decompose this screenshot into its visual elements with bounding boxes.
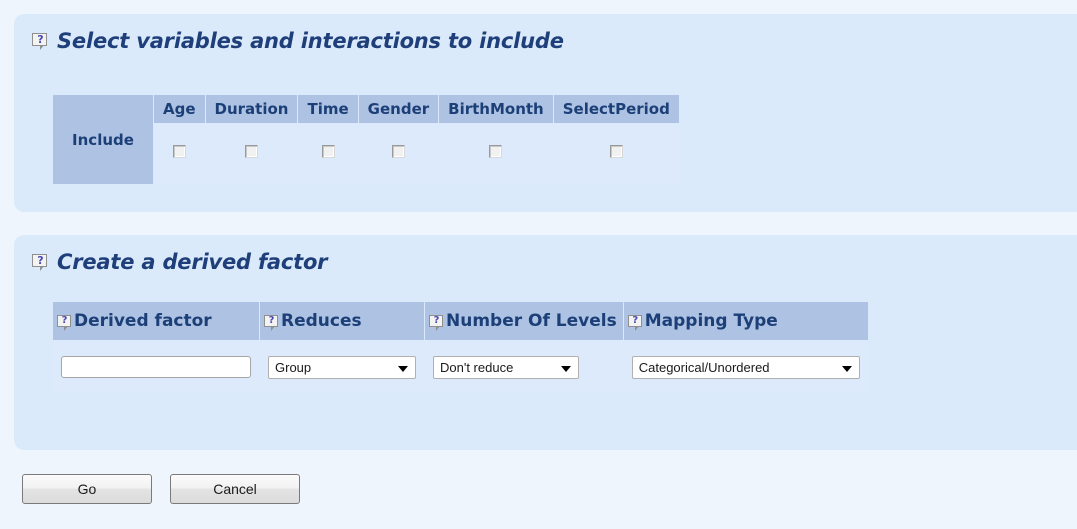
chevron-down-icon bbox=[561, 365, 571, 372]
cell-mapping-select: Categorical/Unordered bbox=[623, 341, 868, 393]
column-header-age: Age bbox=[154, 95, 205, 123]
help-balloon-icon[interactable]: ? bbox=[57, 314, 72, 331]
mapping-type-dropdown[interactable]: Categorical/Unordered bbox=[631, 355, 860, 379]
derived-factor-table: ? Derived factor ? Reduces ? Number Of L… bbox=[52, 301, 869, 394]
panel-create-derived-factor: ? Create a derived factor ? Derived fact… bbox=[14, 235, 1077, 450]
derived-factor-input[interactable] bbox=[61, 356, 251, 378]
checkbox-time[interactable] bbox=[321, 145, 335, 158]
checkbox-duration[interactable] bbox=[245, 145, 258, 158]
checkbox-cell-gender[interactable] bbox=[358, 124, 439, 184]
help-balloon-icon[interactable]: ? bbox=[429, 314, 444, 331]
checkbox-cell-selectperiod[interactable] bbox=[553, 124, 679, 184]
help-bubble-tail bbox=[634, 325, 639, 331]
checkbox-selectperiod[interactable] bbox=[609, 145, 623, 158]
column-header-time: Time bbox=[298, 95, 358, 123]
reduces-dropdown-value: Group bbox=[275, 359, 312, 375]
help-bubble-tail bbox=[40, 45, 44, 50]
number-of-levels-dropdown[interactable]: Don't reduce bbox=[433, 355, 579, 379]
chevron-down-icon bbox=[398, 365, 408, 372]
help-bubble-tail bbox=[64, 325, 68, 331]
column-header-gender: Gender bbox=[358, 95, 439, 123]
column-header-reduces: ? Reduces bbox=[260, 302, 424, 340]
section-heading-derived: ? Create a derived factor bbox=[32, 250, 328, 274]
cell-levels-select: Don't reduce bbox=[425, 341, 623, 393]
section-heading-variables: ? Select variables and interactions to i… bbox=[32, 30, 564, 52]
go-button[interactable]: Go bbox=[22, 474, 152, 504]
table-header-row: Include Age Duration Time Gender BirthMo… bbox=[53, 95, 679, 184]
column-header-mapping-type: ? Mapping Type bbox=[623, 302, 868, 340]
checkbox-birthmonth[interactable] bbox=[489, 145, 503, 158]
column-header-selectperiod: SelectPeriod bbox=[553, 95, 679, 123]
table-row: Group Don't reduce Categorical/Unordered bbox=[53, 341, 868, 393]
section-title-derived: Create a derived factor bbox=[57, 250, 328, 274]
cancel-button[interactable]: Cancel bbox=[170, 474, 300, 504]
column-header-derived-factor: ? Derived factor bbox=[53, 302, 259, 340]
section-title-variables: Select variables and interactions to inc… bbox=[57, 29, 564, 53]
reduces-dropdown[interactable]: Group bbox=[268, 355, 416, 379]
checkbox-cell-birthmonth[interactable] bbox=[439, 124, 553, 184]
panel-select-variables: ? Select variables and interactions to i… bbox=[14, 14, 1077, 212]
column-header-birthmonth: BirthMonth bbox=[439, 95, 553, 123]
mapping-type-dropdown-value: Categorical/Unordered bbox=[638, 359, 770, 375]
checkbox-cell-time[interactable] bbox=[298, 124, 358, 184]
column-header-number-of-levels-label: Number Of Levels bbox=[446, 311, 617, 331]
checkbox-cell-duration[interactable] bbox=[205, 124, 298, 184]
checkbox-cell-age[interactable] bbox=[154, 124, 205, 184]
column-header-reduces-label: Reduces bbox=[281, 311, 362, 331]
help-balloon-icon[interactable]: ? bbox=[32, 254, 49, 271]
help-balloon-icon[interactable]: ? bbox=[264, 314, 279, 331]
help-balloon-icon[interactable]: ? bbox=[32, 33, 49, 50]
include-row-label: Include bbox=[53, 95, 153, 184]
button-row: Go Cancel bbox=[22, 474, 300, 504]
help-bubble-tail bbox=[40, 266, 44, 271]
help-balloon-icon[interactable]: ? bbox=[627, 314, 643, 331]
checkbox-gender[interactable] bbox=[391, 145, 405, 158]
column-header-derived-factor-label: Derived factor bbox=[74, 311, 212, 331]
help-bubble-tail bbox=[271, 325, 275, 331]
column-header-duration: Duration bbox=[205, 95, 298, 123]
table-header-row: ? Derived factor ? Reduces ? Number Of L… bbox=[53, 302, 868, 340]
number-of-levels-dropdown-value: Don't reduce bbox=[440, 359, 514, 375]
cell-derived-factor-input bbox=[53, 341, 259, 393]
chevron-down-icon bbox=[841, 365, 852, 372]
form-page: ? Select variables and interactions to i… bbox=[0, 0, 1077, 529]
help-bubble-tail bbox=[436, 325, 440, 331]
column-header-number-of-levels: ? Number Of Levels bbox=[425, 302, 623, 340]
cell-reduces-select: Group bbox=[260, 341, 424, 393]
column-header-mapping-type-label: Mapping Type bbox=[644, 311, 778, 331]
variables-table: Include Age Duration Time Gender BirthMo… bbox=[52, 94, 680, 185]
checkbox-age[interactable] bbox=[172, 145, 186, 158]
